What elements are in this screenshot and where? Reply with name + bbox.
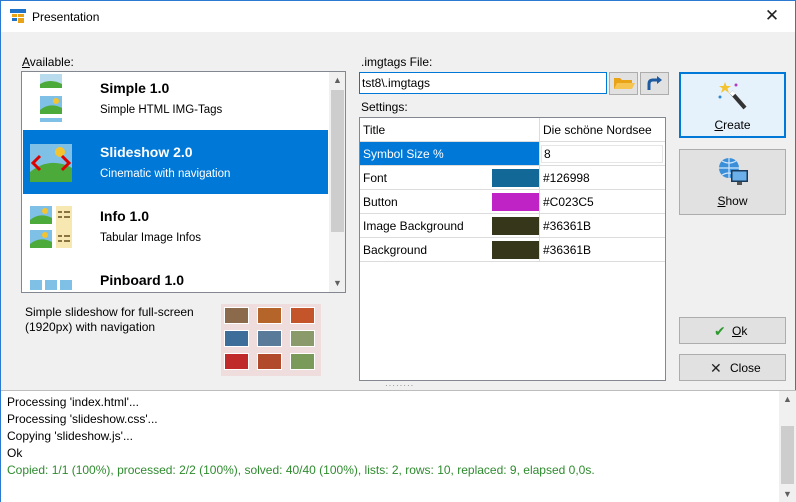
close-label: Close <box>730 361 761 375</box>
scroll-thumb[interactable] <box>331 90 344 232</box>
plugin-description: Simple slideshow for full-screen (1920px… <box>25 305 194 334</box>
font-color-swatch[interactable] <box>492 169 539 187</box>
settings-row-image-background[interactable]: Image Background #36361B <box>360 214 665 238</box>
open-file-button[interactable] <box>640 72 669 95</box>
background-color-swatch[interactable] <box>492 241 539 259</box>
setting-value[interactable]: #36361B <box>540 238 665 261</box>
log-output[interactable]: Processing 'index.html'... Processing 's… <box>1 390 796 502</box>
setting-value[interactable]: #C023C5 <box>540 190 665 213</box>
presentation-app-icon <box>10 9 26 23</box>
presentation-window: Presentation ✕ Available: Simple 1.0 Sim… <box>0 0 796 502</box>
setting-value[interactable]: #36361B <box>540 214 665 237</box>
info-table-icon <box>30 206 72 248</box>
ok-button[interactable]: ✔ Ok <box>679 317 786 344</box>
open-folder-button[interactable] <box>609 72 638 95</box>
plugin-list[interactable]: Simple 1.0 Simple HTML IMG-Tags Slidesho… <box>21 71 346 293</box>
close-button[interactable]: ✕ Close <box>679 354 786 381</box>
settings-grid[interactable]: Title Die schöne Nordsee Symbol Size % 8… <box>359 117 666 381</box>
log-line: Processing 'index.html'... <box>7 395 139 409</box>
plugin-name: Simple 1.0 <box>100 80 170 96</box>
settings-row-font[interactable]: Font #126998 <box>360 166 665 190</box>
settings-row-symbol-size[interactable]: Symbol Size % 8 <box>360 142 665 166</box>
slideshow-preview-image <box>221 304 321 376</box>
scroll-down-icon[interactable]: ▼ <box>329 275 345 292</box>
scroll-thumb[interactable] <box>781 426 794 484</box>
log-line: Ok <box>7 446 23 460</box>
plugin-list-scrollbar[interactable]: ▲ ▼ <box>329 72 345 292</box>
image-background-color-swatch[interactable] <box>492 217 539 235</box>
available-label: Available: <box>22 55 74 69</box>
close-icon: ✕ <box>710 360 722 376</box>
list-item-info[interactable]: Info 1.0 Tabular Image Infos <box>23 194 328 258</box>
plugin-desc: Simple HTML IMG-Tags <box>100 104 223 116</box>
symbol-size-input[interactable]: 8 <box>541 145 663 163</box>
scroll-down-icon[interactable]: ▼ <box>779 486 796 502</box>
log-line: Processing 'slideshow.css'... <box>7 412 158 426</box>
setting-key: Symbol Size % <box>360 142 540 165</box>
splitter-handle[interactable]: ·········· <box>385 384 413 388</box>
create-button[interactable]: Create <box>679 72 786 138</box>
landscape-icon <box>40 74 62 122</box>
magic-wand-icon <box>718 82 747 110</box>
list-item-simple[interactable]: Simple 1.0 Simple HTML IMG-Tags <box>23 72 328 130</box>
imgtags-file-input[interactable]: tst8\.imgtags <box>359 72 607 94</box>
window-close-icon[interactable]: ✕ <box>749 1 795 32</box>
setting-value[interactable]: #126998 <box>540 166 665 189</box>
button-color-swatch[interactable] <box>492 193 539 211</box>
plugin-name: Info 1.0 <box>100 208 150 224</box>
imgtags-file-label: .imgtags File: <box>361 55 433 69</box>
log-summary: Copied: 1/1 (100%), processed: 2/2 (100%… <box>7 463 595 477</box>
window-title: Presentation <box>32 10 100 24</box>
plugin-name: Slideshow 2.0 <box>100 144 193 160</box>
settings-row-button[interactable]: Button #C023C5 <box>360 190 665 214</box>
show-button[interactable]: Show <box>679 149 786 215</box>
pinboard-icon <box>30 280 72 290</box>
redo-arrow-icon <box>647 76 662 90</box>
check-icon: ✔ <box>714 323 726 339</box>
setting-value[interactable]: Die schöne Nordsee <box>540 118 665 141</box>
title-bar: Presentation ✕ <box>1 1 795 32</box>
scroll-up-icon[interactable]: ▲ <box>329 72 345 89</box>
plugin-desc: Cinematic with navigation <box>100 168 231 180</box>
slideshow-icon <box>30 144 72 182</box>
plugin-desc: Tabular Image Infos <box>100 232 202 244</box>
log-scrollbar[interactable]: ▲ ▼ <box>779 391 796 502</box>
setting-key: Title <box>360 118 540 141</box>
list-item-slideshow[interactable]: Slideshow 2.0 Cinematic with navigation <box>23 130 328 194</box>
list-item-pinboard[interactable]: Pinboard 1.0 <box>23 258 328 292</box>
create-label: Create <box>714 118 751 132</box>
settings-row-title[interactable]: Title Die schöne Nordsee <box>360 118 665 142</box>
globe-monitor-icon <box>719 158 748 185</box>
ok-label: Ok <box>732 324 748 338</box>
log-line: Copying 'slideshow.js'... <box>7 429 133 443</box>
show-label: Show <box>717 194 748 208</box>
settings-row-background[interactable]: Background #36361B <box>360 238 665 262</box>
folder-icon <box>614 78 635 89</box>
settings-label: Settings: <box>361 100 408 114</box>
plugin-name: Pinboard 1.0 <box>100 272 185 288</box>
scroll-up-icon[interactable]: ▲ <box>779 391 796 408</box>
